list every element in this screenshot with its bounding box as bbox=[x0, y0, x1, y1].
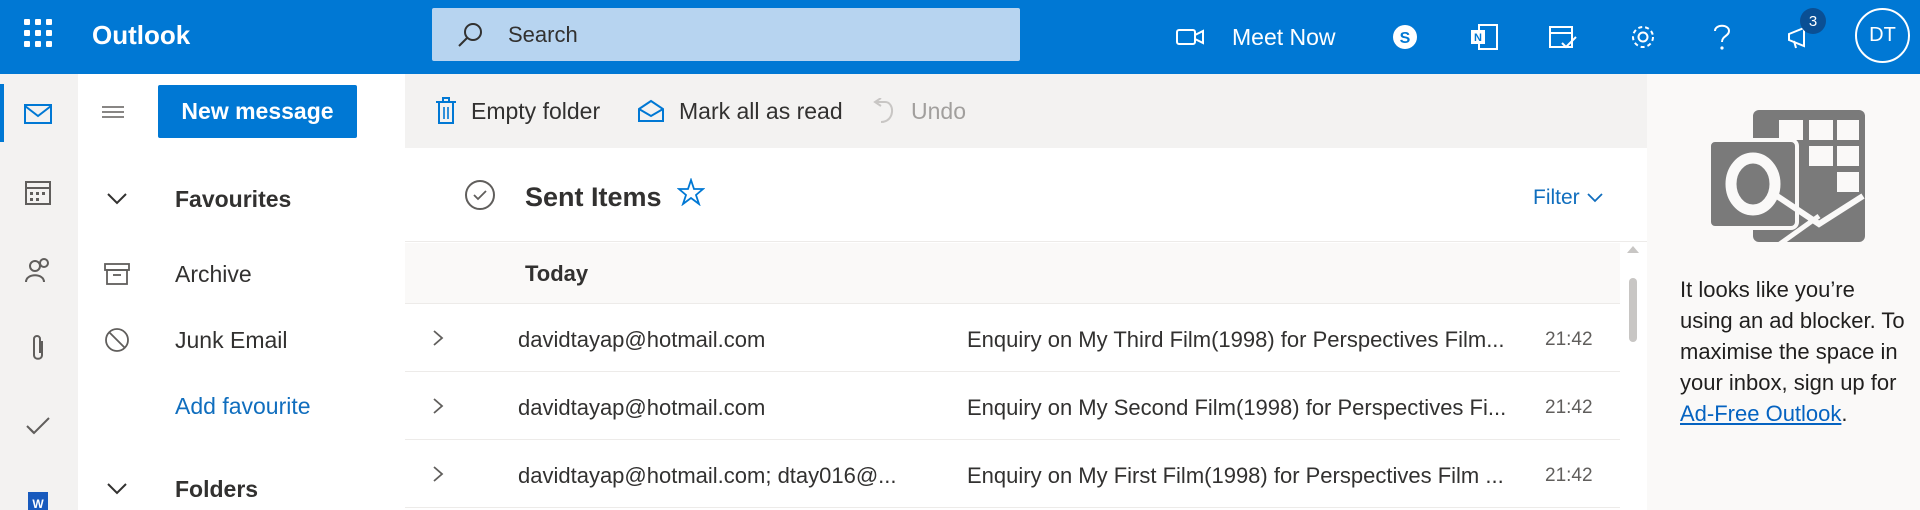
onenote-icon[interactable]: N bbox=[1468, 0, 1500, 74]
filter-label: Filter bbox=[1533, 186, 1580, 209]
svg-text:N: N bbox=[1474, 32, 1482, 44]
chevron-right-icon[interactable] bbox=[430, 397, 446, 415]
rail-selection-indicator bbox=[0, 84, 4, 142]
mark-all-read-button[interactable]: Mark all as read bbox=[637, 74, 843, 148]
svg-text:W: W bbox=[32, 497, 44, 510]
calendar-check-icon[interactable] bbox=[1547, 0, 1579, 74]
ad-text-end: . bbox=[1841, 401, 1848, 426]
empty-folder-button[interactable]: Empty folder bbox=[435, 74, 600, 148]
add-favourite-link[interactable]: Add favourite bbox=[78, 377, 405, 435]
message-list: Sent Items Filter Today davidtayap@hotma… bbox=[405, 148, 1647, 510]
ad-text: It looks like you’re using an ad blocker… bbox=[1680, 277, 1905, 395]
empty-folder-label: Empty folder bbox=[471, 97, 601, 124]
skype-icon[interactable]: S bbox=[1390, 0, 1420, 74]
message-sender: davidtayap@hotmail.com; dtay016@... bbox=[518, 463, 897, 488]
envelope-open-icon bbox=[638, 99, 664, 122]
chevron-right-icon[interactable] bbox=[430, 329, 446, 347]
outlook-logo-icon bbox=[1707, 110, 1865, 249]
message-list-header: Sent Items Filter bbox=[405, 148, 1647, 242]
gear-icon[interactable] bbox=[1627, 0, 1659, 74]
folder-label-archive: Archive bbox=[175, 260, 252, 287]
trash-icon bbox=[436, 97, 456, 124]
chevron-right-icon[interactable] bbox=[430, 465, 446, 483]
ad-blocker-message: It looks like you’re using an ad blocker… bbox=[1680, 274, 1910, 429]
avatar[interactable]: DT bbox=[1855, 8, 1910, 63]
hamburger-menu-icon[interactable] bbox=[100, 102, 130, 126]
app-launcher-icon[interactable] bbox=[22, 17, 54, 49]
help-icon[interactable] bbox=[1707, 0, 1737, 74]
message-row[interactable]: davidtayap@hotmail.com; dtay016@... Enqu… bbox=[405, 441, 1620, 508]
folder-item-archive[interactable]: Archive bbox=[78, 245, 405, 303]
group-header-today: Today bbox=[405, 243, 1620, 304]
message-sender: davidtayap@hotmail.com bbox=[518, 327, 766, 352]
message-row[interactable]: davidtayap@hotmail.com Enquiry on My Sec… bbox=[405, 373, 1620, 440]
add-favourite-label: Add favourite bbox=[175, 392, 311, 419]
chevron-down-icon bbox=[1587, 193, 1603, 203]
mail-icon[interactable] bbox=[20, 96, 56, 132]
message-row[interactable]: davidtayap@hotmail.com Enquiry on My Thi… bbox=[405, 305, 1620, 372]
message-subject: Enquiry on My Third Film(1998) for Persp… bbox=[967, 327, 1505, 352]
ad-pane: It looks like you’re using an ad blocker… bbox=[1647, 74, 1920, 510]
message-time: 21:42 bbox=[1545, 329, 1593, 350]
folders-header[interactable]: Folders bbox=[78, 460, 405, 510]
word-icon[interactable]: W bbox=[20, 484, 56, 510]
star-icon[interactable] bbox=[677, 178, 705, 206]
group-label: Today bbox=[525, 261, 589, 286]
favourites-header[interactable]: Favourites bbox=[78, 170, 405, 228]
message-subject: Enquiry on My Second Film(1998) for Pers… bbox=[967, 395, 1507, 420]
favourites-label: Favourites bbox=[175, 185, 292, 212]
app-rail: W bbox=[0, 74, 78, 510]
chevron-down-icon bbox=[102, 474, 132, 504]
scrollbar-thumb[interactable] bbox=[1629, 278, 1637, 342]
folders-label: Folders bbox=[175, 475, 259, 502]
svg-text:S: S bbox=[1400, 30, 1411, 47]
folder-pane: New message Favourites Archive Junk Emai… bbox=[78, 74, 405, 510]
undo-label: Undo bbox=[911, 97, 966, 124]
folder-label-junk: Junk Email bbox=[175, 326, 288, 353]
new-message-button[interactable]: New message bbox=[158, 85, 357, 138]
chevron-down-icon bbox=[102, 184, 132, 214]
app-name[interactable]: Outlook bbox=[92, 20, 190, 51]
select-all-checkbox[interactable] bbox=[465, 180, 495, 210]
calendar-icon[interactable] bbox=[20, 174, 56, 210]
meet-now-button[interactable]: Meet Now bbox=[1232, 0, 1336, 74]
notification-badge: 3 bbox=[1800, 8, 1826, 34]
archive-icon bbox=[102, 259, 132, 289]
top-bar: Outlook Search Meet Now S N 3 DT bbox=[0, 0, 1920, 74]
search-input[interactable]: Search bbox=[508, 22, 578, 48]
message-time: 21:42 bbox=[1545, 397, 1593, 418]
message-time: 21:42 bbox=[1545, 465, 1593, 486]
undo-button[interactable]: Undo bbox=[873, 74, 966, 148]
todo-check-icon[interactable] bbox=[20, 408, 56, 444]
message-sender: davidtayap@hotmail.com bbox=[518, 395, 766, 420]
command-bar: Empty folder Mark all as read Undo bbox=[405, 74, 1647, 148]
people-icon[interactable] bbox=[20, 252, 56, 288]
folder-item-junk[interactable]: Junk Email bbox=[78, 311, 405, 369]
ad-free-outlook-link[interactable]: Ad-Free Outlook bbox=[1680, 401, 1841, 426]
video-camera-icon[interactable] bbox=[1175, 0, 1205, 74]
blocked-icon bbox=[102, 325, 132, 355]
undo-icon bbox=[873, 98, 893, 123]
search-icon bbox=[458, 23, 482, 47]
filter-button[interactable]: Filter bbox=[1533, 186, 1604, 210]
search-box[interactable]: Search bbox=[432, 8, 1020, 61]
mark-all-read-label: Mark all as read bbox=[679, 97, 843, 124]
paperclip-icon[interactable] bbox=[20, 330, 56, 366]
scroll-up-arrow-icon[interactable] bbox=[1627, 246, 1639, 253]
list-title: Sent Items bbox=[525, 182, 662, 212]
message-subject: Enquiry on My First Film(1998) for Persp… bbox=[967, 463, 1504, 488]
